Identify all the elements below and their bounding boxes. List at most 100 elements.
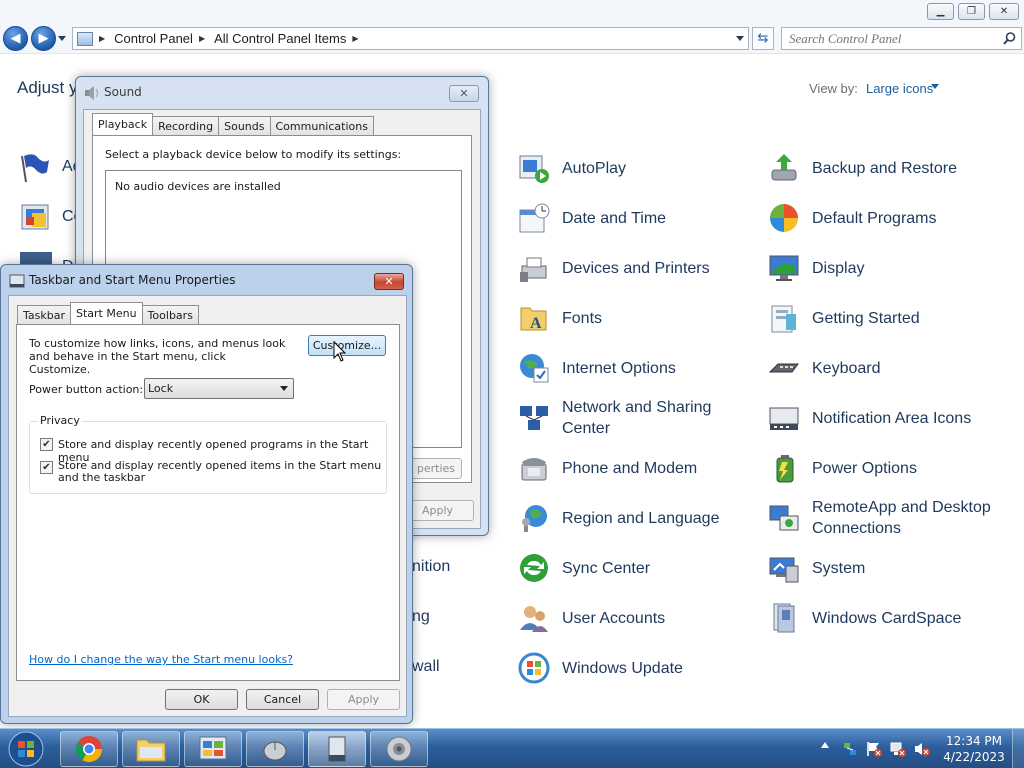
cp-item-autoplay[interactable]: AutoPlay [518, 148, 752, 188]
cp-item-windows-update[interactable]: Windows Update [518, 648, 752, 688]
network-status-tray-icon[interactable] [890, 741, 906, 757]
taskbar-explorer-button[interactable] [122, 731, 180, 767]
restore-button[interactable]: ❐ [958, 3, 985, 20]
recent-pages-chevron-icon[interactable] [58, 36, 66, 41]
cp-item-region-and-language[interactable]: Region and Language [518, 498, 752, 538]
cp-item-internet-options[interactable]: Internet Options [518, 348, 752, 388]
sound-tab-bar: Playback Recording Sounds Communications [92, 113, 374, 135]
tab-communications[interactable]: Communications [269, 116, 374, 135]
fonts-folder-icon: A [520, 307, 547, 332]
color-management-icon[interactable] [20, 201, 52, 233]
windows-update-icon [518, 652, 550, 684]
search-icon[interactable] [1002, 31, 1017, 46]
refresh-button[interactable]: ⇆ [752, 27, 774, 50]
dropdown-arrow-icon [280, 386, 288, 391]
close-icon: ✕ [999, 6, 1009, 17]
battery-icon [776, 455, 794, 483]
cp-item-devices-and-printers[interactable]: Devices and Printers [518, 248, 752, 288]
cp-item-fonts[interactable]: A Fonts [518, 298, 752, 338]
taskbar-sound-button[interactable] [370, 731, 428, 767]
cp-item-sync-center[interactable]: Sync Center [518, 548, 752, 588]
calendar-clock-icon [519, 203, 550, 233]
network-tray-icon[interactable] [842, 741, 858, 757]
tab-toolbars[interactable]: Toolbars [141, 305, 199, 324]
close-button[interactable]: ✕ [989, 3, 1019, 20]
address-bar[interactable]: ▶ Control Panel ▶ All Control Panel Item… [72, 27, 749, 50]
cp-item-label: Getting Started [812, 309, 920, 327]
cp-item-backup-and-restore[interactable]: Backup and Restore [768, 148, 1002, 188]
cp-item-phone-and-modem[interactable]: Phone and Modem [518, 448, 752, 488]
cp-item-notification-area-icons[interactable]: Notification Area Icons [768, 398, 1002, 438]
cp-item-windows-cardspace[interactable]: Windows CardSpace [768, 598, 1002, 638]
partial-item-label[interactable]: nition [412, 558, 450, 576]
cp-item-getting-started[interactable]: Getting Started [768, 298, 1002, 338]
cp-item-label: Default Programs [812, 209, 937, 227]
view-by-dropdown[interactable]: Large icons [866, 81, 933, 96]
cp-item-network-and-sharing[interactable]: Network and Sharing Center [518, 398, 752, 438]
cp-item-keyboard[interactable]: Keyboard [768, 348, 1002, 388]
back-button[interactable]: ◀ [3, 26, 28, 51]
taskbar: 12:34 PM 4/22/2023 [0, 728, 1024, 768]
taskbar-properties-button[interactable] [308, 731, 366, 767]
address-dropdown-icon[interactable] [736, 36, 744, 41]
search-input[interactable] [782, 28, 997, 49]
navigation-bar: ◀ ▶ ▶ Control Panel ▶ All Control Panel … [0, 24, 1024, 54]
taskbar-properties-dialog: Taskbar and Start Menu Properties ✕ Task… [0, 264, 413, 724]
cp-item-label: Internet Options [562, 359, 676, 377]
cp-item-display[interactable]: Display [768, 248, 1002, 288]
view-by-chevron-icon[interactable] [931, 84, 939, 89]
cp-item-date-and-time[interactable]: Date and Time [518, 198, 752, 238]
taskbar-control-panel-button[interactable] [184, 731, 242, 767]
remote-desktop-icon [769, 505, 799, 531]
cp-item-label: RemoteApp and Desktop Connections [812, 499, 991, 537]
system-clock[interactable]: 12:34 PM 4/22/2023 [942, 733, 1006, 765]
apply-button[interactable]: Apply [327, 689, 400, 710]
action-center-tray-icon[interactable] [866, 741, 882, 757]
taskbar-dialog-close-button[interactable]: ✕ [374, 273, 404, 290]
start-button[interactable] [4, 731, 48, 767]
breadcrumb-all-items[interactable]: All Control Panel Items [214, 31, 346, 46]
cp-item-default-programs[interactable]: Default Programs [768, 198, 1002, 238]
svg-text:A: A [530, 315, 542, 332]
privacy-items-checkbox[interactable]: ✔ [40, 461, 53, 474]
cp-item-label: Windows CardSpace [812, 609, 962, 627]
tab-taskbar[interactable]: Taskbar [17, 305, 71, 324]
playback-instruction: Select a playback device below to modify… [105, 148, 402, 161]
partial-item-label[interactable]: wall [412, 658, 440, 676]
volume-muted-tray-icon[interactable] [914, 741, 930, 757]
cp-item-user-accounts[interactable]: User Accounts [518, 598, 752, 638]
breadcrumb-separator-icon: ▶ [352, 34, 359, 43]
forward-button[interactable]: ▶ [31, 26, 56, 51]
control-panel-icon [199, 736, 227, 760]
tab-recording[interactable]: Recording [152, 116, 220, 135]
cp-item-system[interactable]: System [768, 548, 1002, 588]
cp-item-label: Power Options [812, 459, 917, 477]
search-box[interactable] [781, 27, 1022, 50]
system-icon [769, 557, 799, 583]
cancel-button[interactable]: Cancel [246, 689, 319, 710]
help-link[interactable]: How do I change the way the Start menu l… [29, 653, 293, 666]
ok-button[interactable]: OK [165, 689, 238, 710]
breadcrumb-control-panel[interactable]: Control Panel [114, 31, 193, 46]
tab-playback[interactable]: Playback [92, 113, 154, 135]
taskbar-mouse-button[interactable] [246, 731, 304, 767]
sound-close-button[interactable]: ✕ [449, 85, 479, 102]
minimize-button[interactable]: ▁ [927, 3, 954, 20]
show-desktop-button[interactable] [1012, 729, 1024, 768]
tab-start-menu[interactable]: Start Menu [70, 302, 143, 324]
region-globe-icon [522, 505, 547, 532]
cp-item-remoteapp[interactable]: RemoteApp and Desktop Connections [768, 498, 1002, 538]
action-center-flag-icon[interactable] [18, 152, 52, 184]
show-hidden-icons-chevron-icon[interactable] [821, 742, 829, 748]
folder-icon [136, 739, 166, 762]
cp-item-power-options[interactable]: Power Options [768, 448, 1002, 488]
customize-button[interactable]: Customize... [308, 335, 386, 356]
taskbar-chrome-button[interactable] [60, 731, 118, 767]
partial-item-icon[interactable] [20, 252, 52, 264]
cp-item-label: User Accounts [562, 609, 666, 627]
tab-sounds[interactable]: Sounds [218, 116, 271, 135]
default-programs-icon [770, 204, 798, 232]
privacy-programs-checkbox[interactable]: ✔ [40, 438, 53, 451]
partial-item-label[interactable]: ng [412, 608, 430, 626]
power-button-select[interactable]: Lock [144, 378, 294, 399]
